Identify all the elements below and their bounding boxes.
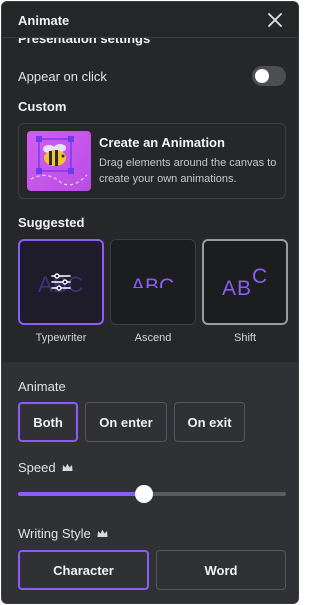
svg-text:B: B [237, 277, 251, 300]
animate-panel: Animate Presentation settings Appear on … [1, 1, 299, 604]
speed-slider[interactable] [18, 484, 286, 504]
speed-slider-fill [18, 492, 144, 496]
panel-title: Animate [18, 12, 70, 28]
crown-icon [62, 463, 73, 471]
svg-text:A: A [222, 277, 236, 300]
animate-both-button[interactable]: Both [18, 402, 78, 442]
custom-heading: Custom [18, 99, 67, 114]
writing-style-word-button[interactable]: Word [156, 550, 286, 590]
appear-on-click-label: Appear on click [18, 68, 107, 84]
typewriter-preview-icon: ABC [38, 272, 83, 297]
writing-style-label: Writing Style [18, 526, 91, 541]
presentation-settings-heading: Presentation settings [18, 38, 151, 46]
animate-heading: Animate [18, 379, 66, 394]
writing-style-heading: Writing Style [18, 526, 108, 541]
create-animation-text: Create an Animation Drag elements around… [99, 135, 276, 187]
shift-preview-icon: A B C [222, 265, 267, 300]
toggle-knob [255, 69, 269, 83]
create-animation-desc-line2: create your own animations. [99, 173, 237, 185]
animation-options-scroll[interactable]: Presentation settings Appear on click Cu… [2, 38, 298, 362]
animate-on-exit-button[interactable]: On exit [174, 402, 245, 442]
animation-tile-typewriter[interactable]: ABC Typewriter [18, 239, 104, 344]
suggested-heading: Suggested [18, 215, 85, 230]
typewriter-label: Typewriter [35, 332, 87, 344]
appear-on-click-toggle[interactable] [252, 66, 286, 86]
svg-text:C: C [252, 265, 267, 288]
animation-settings: Animate Both On enter On exit Speed Writ… [2, 362, 298, 603]
bee-illustration [27, 131, 91, 191]
create-animation-card[interactable]: Create an Animation Drag elements around… [18, 123, 286, 199]
shift-preview: A B C [202, 239, 288, 325]
speed-slider-handle[interactable] [135, 485, 153, 503]
ascend-preview: ABC [110, 239, 196, 325]
appear-on-click-row: Appear on click [18, 64, 286, 88]
writing-style-character-button[interactable]: Character [18, 550, 149, 590]
create-animation-title: Create an Animation [99, 135, 225, 150]
create-animation-desc-line1: Drag elements around the canvas to [99, 157, 277, 169]
animation-tile-ascend[interactable]: ABC Ascend [110, 239, 196, 344]
suggested-animations: ABC Typewriter ABC Ascend A B C Shift [18, 239, 288, 349]
typewriter-preview: ABC [18, 239, 104, 325]
animate-on-enter-button[interactable]: On enter [85, 402, 167, 442]
speed-label: Speed [18, 460, 56, 475]
speed-heading: Speed [18, 460, 73, 475]
shift-label: Shift [233, 332, 256, 344]
animation-tile-shift[interactable]: A B C Shift [202, 239, 288, 344]
close-icon[interactable] [266, 11, 284, 29]
crown-icon [97, 529, 108, 537]
ascend-label: Ascend [134, 332, 172, 344]
bee-icon [30, 136, 88, 186]
ascend-preview-icon: ABC [129, 275, 179, 298]
panel-header: Animate [2, 2, 298, 38]
